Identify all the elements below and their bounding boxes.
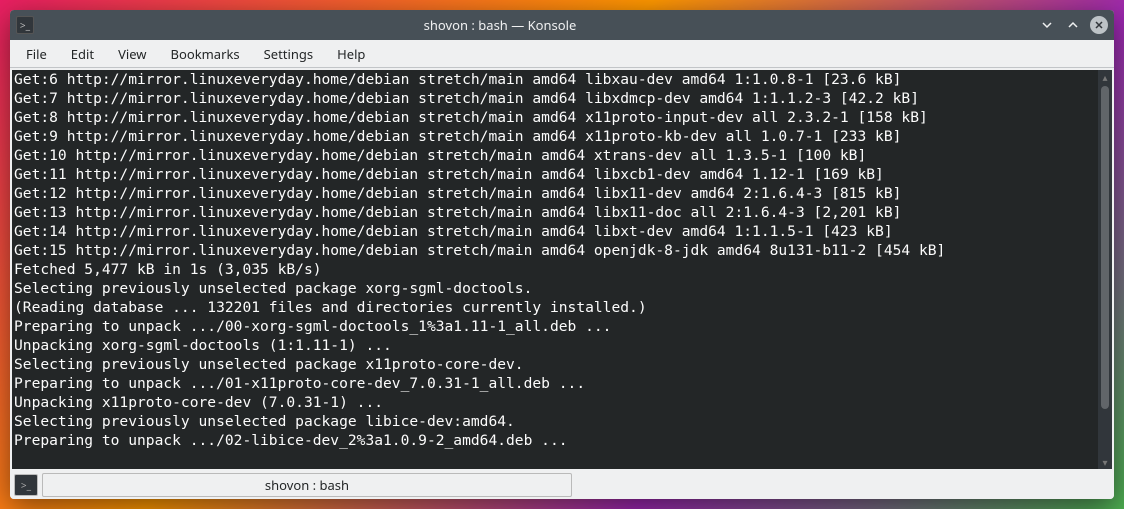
scrollbar[interactable]: ▴ ▾: [1098, 70, 1112, 469]
app-icon: >_: [16, 16, 34, 34]
menu-help[interactable]: Help: [325, 41, 377, 67]
konsole-window: >_ shovon : bash — Konsole File Edit Vie…: [10, 10, 1114, 499]
maximize-button[interactable]: [1064, 16, 1082, 34]
scroll-thumb[interactable]: [1101, 86, 1109, 409]
menubar: File Edit View Bookmarks Settings Help: [10, 40, 1114, 68]
menu-bookmarks[interactable]: Bookmarks: [159, 41, 252, 67]
titlebar[interactable]: >_ shovon : bash — Konsole: [10, 10, 1114, 40]
menu-file[interactable]: File: [14, 41, 59, 67]
tab-active[interactable]: shovon : bash: [42, 473, 572, 497]
terminal-area[interactable]: Get:6 http://mirror.linuxeveryday.home/d…: [12, 70, 1112, 469]
menu-view[interactable]: View: [106, 41, 158, 67]
minimize-button[interactable]: [1038, 16, 1056, 34]
tabbar: >_ shovon : bash: [10, 471, 1114, 499]
menu-edit[interactable]: Edit: [59, 41, 106, 67]
close-button[interactable]: [1090, 16, 1108, 34]
scroll-down-icon[interactable]: ▾: [1098, 455, 1112, 469]
terminal-output[interactable]: Get:6 http://mirror.linuxeveryday.home/d…: [12, 70, 1098, 469]
window-title: shovon : bash — Konsole: [42, 16, 1038, 34]
new-tab-icon[interactable]: >_: [14, 474, 38, 496]
tab-label: shovon : bash: [265, 476, 349, 494]
menu-settings[interactable]: Settings: [252, 41, 325, 67]
window-controls: [1038, 16, 1108, 34]
scroll-up-icon[interactable]: ▴: [1098, 70, 1112, 84]
